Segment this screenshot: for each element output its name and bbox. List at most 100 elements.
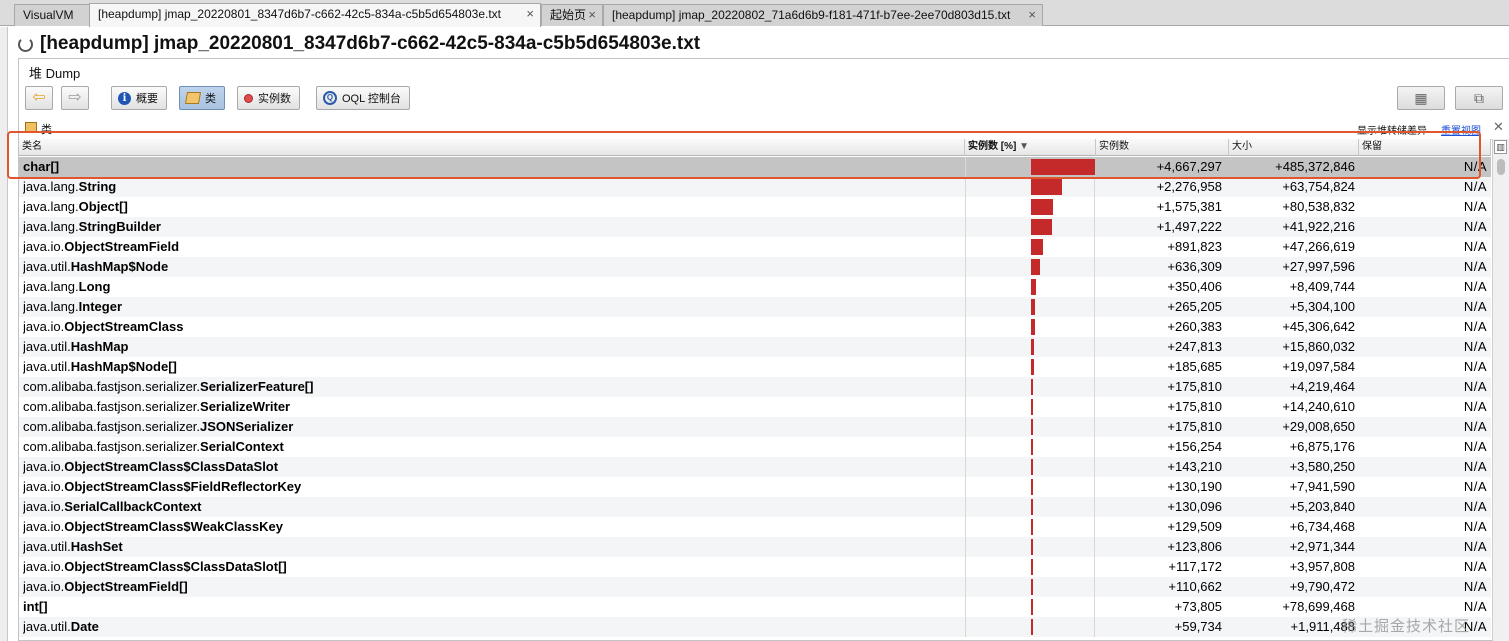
table-row[interactable]: java.io.ObjectStreamClass$ClassDataSlot[… <box>19 557 1491 577</box>
show-diff-label[interactable]: 显示堆转储差异 <box>1357 122 1427 137</box>
package-name: java.lang. <box>23 199 79 214</box>
table-row[interactable]: java.lang.StringBuilder +1,497,222 +41,922… <box>19 217 1491 237</box>
class-name: SerialCallbackContext <box>64 499 202 514</box>
retained-cell: N/A <box>1463 239 1487 254</box>
table-row[interactable]: java.util.HashSet +123,806 +2,971,344 N/A <box>19 537 1491 557</box>
retained-cell: N/A <box>1463 459 1487 474</box>
instances-pct-bar <box>1031 339 1034 355</box>
retained-cell: N/A <box>1463 199 1487 214</box>
instances-pct-bar <box>1031 179 1062 195</box>
table-row[interactable]: java.lang.Integer +265,205 +5,304,100 N/A <box>19 297 1491 317</box>
instances-pct-bar <box>1031 599 1033 615</box>
instances-count-cell: +59,734 <box>1174 619 1222 634</box>
class-name-cell: java.io.ObjectStreamClass$WeakClassKey <box>23 517 963 537</box>
table-row[interactable]: java.util.HashMap +247,813 +15,860,032 N/A <box>19 337 1491 357</box>
summary-button[interactable]: i 概要 <box>111 86 167 110</box>
table-row[interactable]: java.lang.String +2,276,958 +63,754,824 N/A <box>19 177 1491 197</box>
tab-heapdump-0801[interactable]: [heapdump] jmap_20220801_8347d6b7-c662-4… <box>89 3 541 27</box>
table-row[interactable]: java.io.ObjectStreamClass$FieldReflector… <box>19 477 1491 497</box>
column-header-instances-pct[interactable]: 实例数 [%] ▼ <box>965 139 1096 156</box>
vertical-scrollbar[interactable]: ▥ <box>1492 139 1509 641</box>
instances-pct-bar <box>1031 319 1035 335</box>
class-name-cell: com.alibaba.fastjson.serializer.JSONSeri… <box>23 417 963 437</box>
snapshot-button[interactable]: ▦ <box>1397 86 1445 110</box>
close-icon[interactable]: ✕ <box>1493 119 1504 135</box>
back-button[interactable]: ⇦ <box>25 86 53 110</box>
instances-pct-bar <box>1031 439 1033 455</box>
header-label: 实例数 [%] <box>968 141 1017 152</box>
size-cell: +45,306,642 <box>1282 319 1355 334</box>
instances-pct-cell <box>965 217 1095 237</box>
column-header-retained[interactable]: 保留 <box>1359 139 1491 156</box>
close-icon[interactable]: × <box>588 5 596 25</box>
table-row[interactable]: java.io.ObjectStreamClass +260,383 +45,306… <box>19 317 1491 337</box>
column-header-instances[interactable]: 实例数 <box>1096 139 1229 156</box>
column-header-name[interactable]: 类名 <box>19 139 965 156</box>
size-cell: +80,538,832 <box>1282 199 1355 214</box>
table-row[interactable]: com.alibaba.fastjson.serializer.Serializ… <box>19 397 1491 417</box>
header-label: 类名 <box>22 141 42 152</box>
instances-pct-cell <box>965 277 1095 297</box>
tab-visualvm[interactable]: VisualVM <box>14 4 90 26</box>
instances-count-cell: +130,190 <box>1167 479 1222 494</box>
table-row[interactable]: char[] +4,667,297 +485,372,846 N/A <box>19 157 1491 177</box>
left-gutter <box>0 27 8 641</box>
instances-pct-bar <box>1031 259 1040 275</box>
class-name: HashMap$Node <box>70 259 169 274</box>
classes-label: 类 <box>205 93 216 105</box>
instances-count-cell: +636,309 <box>1167 259 1222 274</box>
scrollbar-thumb[interactable] <box>1497 159 1505 175</box>
snapshot-icon: ▦ <box>1414 90 1428 106</box>
class-name-cell: java.util.HashSet <box>23 537 963 557</box>
classes-section-icon <box>25 122 37 133</box>
table-row[interactable]: java.io.ObjectStreamField +891,823 +47,266… <box>19 237 1491 257</box>
table-row[interactable]: java.lang.Object[] +1,575,381 +80,538,832 N… <box>19 197 1491 217</box>
table-row[interactable]: java.util.Date +59,734 +1,911,488 N/A <box>19 617 1491 637</box>
close-icon[interactable]: × <box>1028 5 1036 25</box>
class-name: Date <box>70 619 99 634</box>
tab-start-page[interactable]: 起始页 × <box>541 4 603 26</box>
package-name: com.alibaba.fastjson.serializer. <box>23 419 201 434</box>
table-row[interactable]: java.util.HashMap$Node[] +185,685 +19,097,… <box>19 357 1491 377</box>
instances-count-cell: +2,276,958 <box>1156 179 1222 194</box>
table-row[interactable]: int[] +73,805 +78,699,468 N/A <box>19 597 1491 617</box>
info-icon: i <box>118 91 131 105</box>
close-icon[interactable]: × <box>526 4 534 24</box>
class-name-cell: java.io.SerialCallbackContext <box>23 497 963 517</box>
table-row[interactable]: java.lang.Long +350,406 +8,409,744 N/A <box>19 277 1491 297</box>
oql-console-button[interactable]: Q OQL 控制台 <box>316 86 410 110</box>
table-row[interactable]: com.alibaba.fastjson.serializer.JSONSeri… <box>19 417 1491 437</box>
reset-view-link[interactable]: 重置视图 <box>1441 122 1481 137</box>
class-name-cell: java.lang.Integer <box>23 297 963 317</box>
instances-pct-cell <box>965 337 1095 357</box>
instances-pct-cell <box>965 237 1095 257</box>
table-row[interactable]: com.alibaba.fastjson.serializer.Serializ… <box>19 377 1491 397</box>
instances-count-cell: +143,210 <box>1167 459 1222 474</box>
class-name: Object[] <box>78 199 128 214</box>
instances-count-cell: +175,810 <box>1167 379 1222 394</box>
size-cell: +14,240,610 <box>1282 399 1355 414</box>
instances-pct-bar <box>1031 579 1033 595</box>
column-chooser-icon[interactable]: ▥ <box>1494 140 1507 154</box>
column-header-size[interactable]: 大小 <box>1229 139 1359 156</box>
instances-count-cell: +156,254 <box>1167 439 1222 454</box>
instances-button[interactable]: 实例数 <box>237 86 300 110</box>
table-row[interactable]: java.util.HashMap$Node +636,309 +27,997,59… <box>19 257 1491 277</box>
view-options-button[interactable]: ⧉ <box>1455 86 1503 110</box>
package-name: java.util. <box>23 619 71 634</box>
table-row[interactable]: java.io.ObjectStreamClass$WeakClassKey +1… <box>19 517 1491 537</box>
package-name: java.util. <box>23 539 71 554</box>
forward-button[interactable]: ⇨ <box>61 86 89 110</box>
instances-count-cell: +260,383 <box>1167 319 1222 334</box>
instances-pct-bar <box>1031 419 1033 435</box>
table-row[interactable]: java.io.ObjectStreamField[] +110,662 +9,79… <box>19 577 1491 597</box>
table-row[interactable]: java.io.SerialCallbackContext +130,096 +5,… <box>19 497 1491 517</box>
table-row[interactable]: com.alibaba.fastjson.serializer.SerialCo… <box>19 437 1491 457</box>
instances-count-cell: +123,806 <box>1167 539 1222 554</box>
size-cell: +1,911,488 <box>1290 619 1355 634</box>
classes-button[interactable]: 类 <box>179 86 225 110</box>
instances-pct-bar <box>1031 399 1033 415</box>
table-row[interactable]: java.io.ObjectStreamClass$ClassDataSlot +… <box>19 457 1491 477</box>
class-name-cell: java.util.HashMap <box>23 337 963 357</box>
tab-heapdump-0802[interactable]: [heapdump] jmap_20220802_71a6d6b9-f181-4… <box>603 4 1043 26</box>
